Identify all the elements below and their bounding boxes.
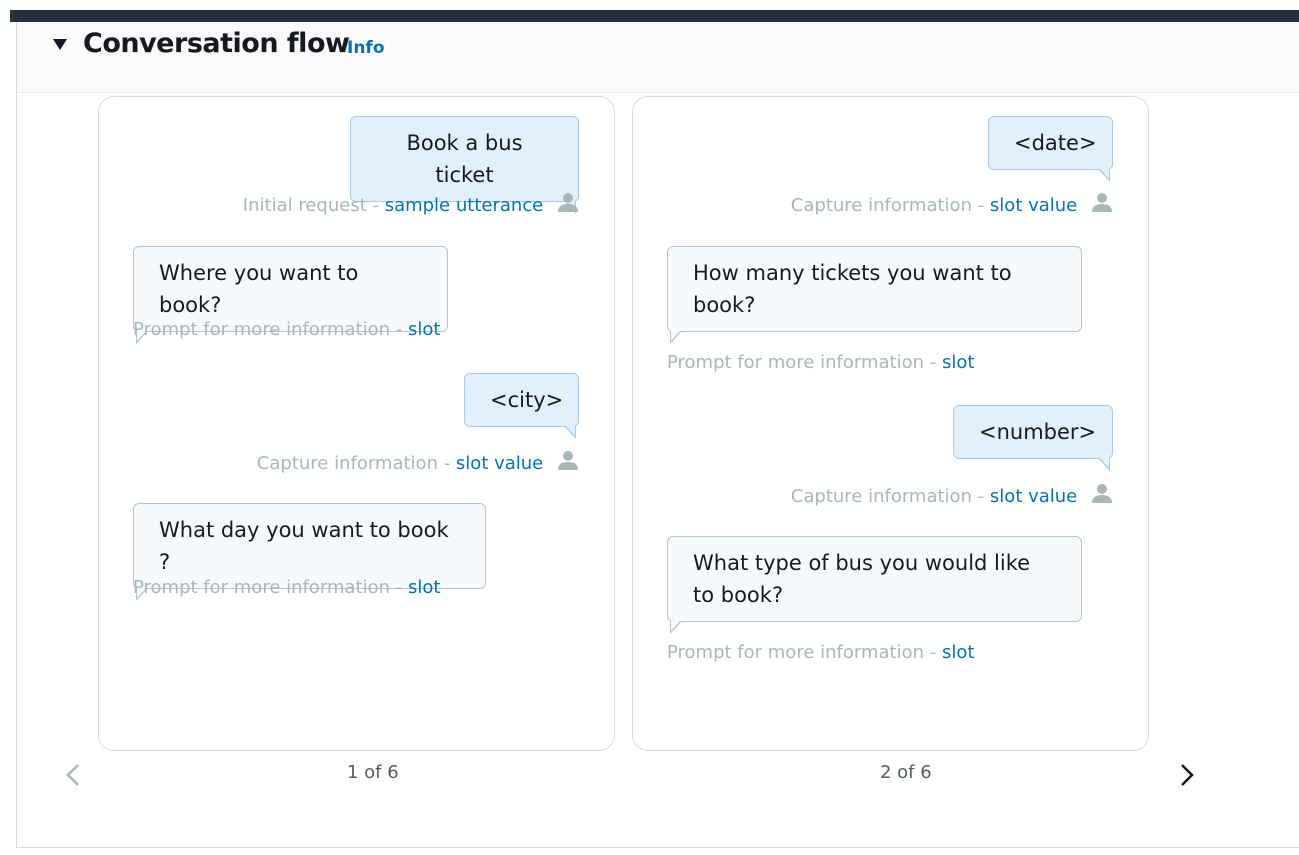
user-icon: [1092, 484, 1112, 503]
bubble-tail: [564, 425, 576, 439]
slot-link[interactable]: slot: [942, 642, 974, 663]
bot-bubble: What type of bus you would like to book?: [667, 536, 1082, 634]
caption-prefix: Capture information -: [790, 195, 990, 216]
page-indicator-1: 1 of 6: [347, 762, 399, 783]
slot-value-link[interactable]: slot value: [990, 486, 1077, 507]
user-icon: [558, 193, 578, 212]
bubble-text: What type of bus you would like to book?: [693, 551, 1031, 607]
bot-bubble: How many tickets you want to book?: [667, 246, 1082, 344]
user-bubble: <date>: [988, 116, 1113, 182]
caption: Prompt for more information - slot: [133, 577, 440, 598]
caption: Prompt for more information - slot: [667, 352, 974, 373]
bubble-text: Where you want to book?: [159, 261, 359, 317]
conversation-card-1: Book a bus ticket Initial request - samp…: [98, 96, 615, 751]
caret-down-icon[interactable]: [53, 39, 67, 50]
page-indicator-2: 2 of 6: [880, 762, 932, 783]
sample-utterance-link[interactable]: sample utterance: [385, 195, 544, 216]
bubble-text: <number>: [979, 420, 1097, 444]
bubble-text: <date>: [1014, 131, 1097, 155]
caption-prefix: Prompt for more information -: [667, 352, 942, 373]
caption: Prompt for more information - slot: [667, 642, 974, 663]
bubble-text: Book a bus ticket: [406, 131, 523, 187]
bubble-tail: [1098, 457, 1110, 471]
caption-prefix: Prompt for more information -: [133, 577, 408, 598]
user-bubble: <city>: [464, 373, 579, 439]
user-bubble: Book a bus ticket: [350, 116, 579, 214]
caption: Initial request - sample utterance: [243, 191, 579, 216]
panel-header[interactable]: Conversation flow Info: [17, 22, 1299, 93]
conversation-card-2: <date> Capture information - slot value …: [632, 96, 1149, 751]
top-bar: [10, 10, 1299, 22]
bubble-tail: [670, 330, 682, 344]
bubble-tail: [1098, 168, 1110, 182]
caption: Prompt for more information - slot: [133, 319, 440, 340]
bubble-text: How many tickets you want to book?: [693, 261, 1012, 317]
bubble-text: What day you want to book ?: [159, 518, 449, 574]
caption-prefix: Capture information -: [790, 486, 990, 507]
bubble-text: <city>: [490, 388, 564, 412]
chevron-left-icon[interactable]: [60, 760, 90, 790]
bubble-tail: [670, 620, 682, 634]
info-link[interactable]: Info: [347, 38, 385, 58]
caption-prefix: Prompt for more information -: [133, 319, 408, 340]
chevron-right-icon[interactable]: [1172, 760, 1202, 790]
slot-value-link[interactable]: slot value: [990, 195, 1077, 216]
slot-link[interactable]: slot: [408, 577, 440, 598]
caption-prefix: Capture information -: [256, 453, 456, 474]
caption: Capture information - slot value: [257, 449, 579, 474]
user-bubble: <number>: [953, 405, 1113, 471]
caption-prefix: Prompt for more information -: [667, 642, 942, 663]
caption: Capture information - slot value: [791, 191, 1113, 216]
user-icon: [558, 451, 578, 470]
slot-link[interactable]: slot: [942, 352, 974, 373]
page-title: Conversation flow: [83, 28, 350, 59]
user-icon: [1092, 193, 1112, 212]
caption: Capture information - slot value: [791, 482, 1113, 507]
slot-value-link[interactable]: slot value: [456, 453, 543, 474]
slot-link[interactable]: slot: [408, 319, 440, 340]
caption-prefix: Initial request -: [242, 195, 385, 216]
